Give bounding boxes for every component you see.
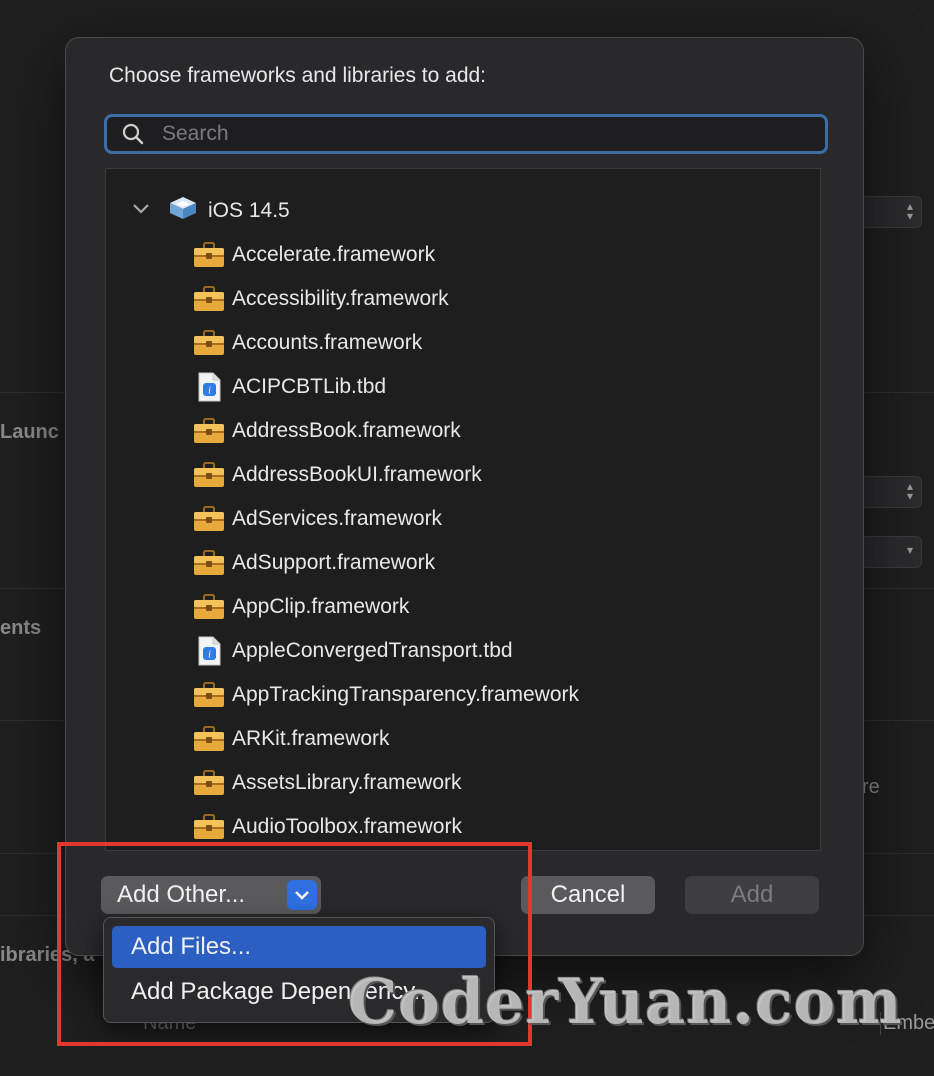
svg-text:i: i xyxy=(208,386,211,397)
framework-toolbox-icon xyxy=(192,593,226,621)
bg-section-label: Launc xyxy=(0,421,59,443)
bg-popup-button[interactable]: ▾ xyxy=(860,536,922,568)
list-item[interactable]: Accelerate.framework xyxy=(192,233,435,277)
list-item-label: AddressBookUI.framework xyxy=(232,463,482,486)
list-item-label: AddressBook.framework xyxy=(232,419,461,442)
framework-toolbox-icon xyxy=(192,461,226,489)
list-item-label: AssetsLibrary.framework xyxy=(232,771,462,794)
disclosure-chevron-icon[interactable] xyxy=(132,202,150,220)
search-icon xyxy=(121,122,145,151)
list-item-label: AdSupport.framework xyxy=(232,551,436,574)
list-item[interactable]: i ACIPCBTLib.tbd xyxy=(192,365,386,409)
sdk-group-row[interactable]: iOS 14.5 xyxy=(132,189,290,233)
list-item-label: AudioToolbox.framework xyxy=(232,815,462,838)
sdk-stack-icon xyxy=(168,195,198,228)
framework-toolbox-icon xyxy=(192,549,226,577)
tbd-file-icon: i xyxy=(192,372,226,402)
list-item-label: AppTrackingTransparency.framework xyxy=(232,683,580,706)
framework-toolbox-icon xyxy=(192,505,226,533)
add-frameworks-sheet: Choose frameworks and libraries to add: … xyxy=(65,37,864,956)
list-item[interactable]: Accounts.framework xyxy=(192,321,422,365)
bg-popup-button[interactable]: ▴ ▾ xyxy=(860,476,922,508)
framework-toolbox-icon xyxy=(192,769,226,797)
list-item[interactable]: Accessibility.framework xyxy=(192,277,449,321)
bg-section-label: ents xyxy=(0,617,42,639)
sdk-group-label: iOS 14.5 xyxy=(208,199,290,222)
framework-toolbox-icon xyxy=(192,681,226,709)
framework-toolbox-icon xyxy=(192,329,226,357)
sheet-title: Choose frameworks and libraries to add: xyxy=(109,64,487,87)
add-button[interactable]: Add xyxy=(685,876,819,914)
watermark: CoderYuan.com xyxy=(348,965,903,1038)
list-item[interactable]: AppClip.framework xyxy=(192,585,409,629)
framework-list[interactable]: iOS 14.5 Accelerate.framework Accessibili… xyxy=(105,168,821,851)
list-item[interactable]: AssetsLibrary.framework xyxy=(192,761,462,805)
search-placeholder: Search xyxy=(162,122,229,145)
list-item[interactable]: i AppleConvergedTransport.tbd xyxy=(192,629,513,673)
framework-toolbox-icon xyxy=(192,725,226,753)
bg-popup-button[interactable]: ▴ ▾ xyxy=(860,196,922,228)
list-item-label: Accelerate.framework xyxy=(232,243,436,266)
bg-section-label: re xyxy=(862,776,880,798)
list-item-label: ACIPCBTLib.tbd xyxy=(232,375,387,398)
list-item[interactable]: AdSupport.framework xyxy=(192,541,435,585)
list-item[interactable]: AddressBook.framework xyxy=(192,409,461,453)
list-item[interactable]: AddressBookUI.framework xyxy=(192,453,482,497)
list-item[interactable]: ARKit.framework xyxy=(192,717,390,761)
svg-text:i: i xyxy=(208,650,211,661)
framework-toolbox-icon xyxy=(192,417,226,445)
list-item-label: Accounts.framework xyxy=(232,331,423,354)
list-item[interactable]: AppTrackingTransparency.framework xyxy=(192,673,579,717)
framework-toolbox-icon xyxy=(192,241,226,269)
list-item-label: ARKit.framework xyxy=(232,727,390,750)
tbd-file-icon: i xyxy=(192,636,226,666)
list-item-label: Accessibility.framework xyxy=(232,287,449,310)
list-item-label: AdServices.framework xyxy=(232,507,443,530)
framework-toolbox-icon xyxy=(192,285,226,313)
cancel-button[interactable]: Cancel xyxy=(521,876,655,914)
list-item-label: AppleConvergedTransport.tbd xyxy=(232,639,513,662)
framework-toolbox-icon xyxy=(192,813,226,841)
list-item[interactable]: AdServices.framework xyxy=(192,497,442,541)
search-field[interactable]: Search xyxy=(104,114,828,154)
list-item-label: AppClip.framework xyxy=(232,595,410,618)
